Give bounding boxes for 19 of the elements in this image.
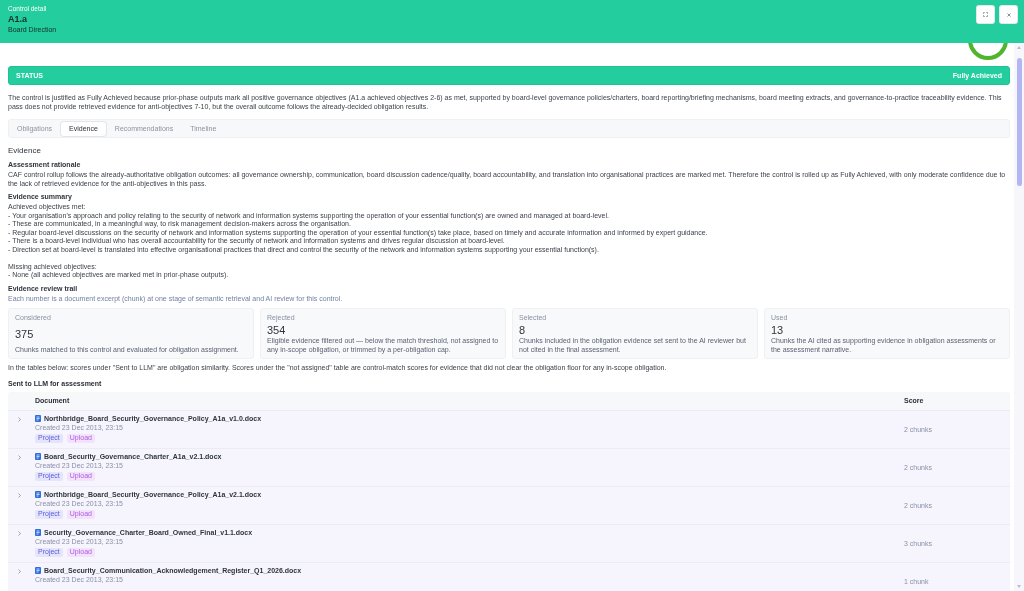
- expand-icon: [983, 12, 988, 17]
- stat-value: 8: [519, 323, 526, 336]
- expand-button[interactable]: [977, 6, 994, 23]
- stat-value: 13: [771, 323, 784, 336]
- ring-icon: [968, 43, 1008, 60]
- section-heading: Evidence: [8, 146, 42, 156]
- document-icon: [35, 415, 41, 423]
- document-icon: [35, 491, 41, 499]
- scroll-up-icon[interactable]: [1017, 46, 1021, 49]
- scrollbar-thumb[interactable]: [1016, 58, 1022, 186]
- stat-value: 354: [267, 323, 286, 336]
- close-button[interactable]: [1000, 6, 1017, 23]
- close-icon: [1006, 12, 1011, 17]
- control-id: A1.a: [8, 14, 27, 24]
- document-icon: [35, 453, 41, 461]
- stat-value: 375: [15, 328, 34, 340]
- document-icon: [35, 529, 41, 537]
- scroll-down-icon[interactable]: [1017, 585, 1021, 588]
- document-icon: [35, 567, 41, 575]
